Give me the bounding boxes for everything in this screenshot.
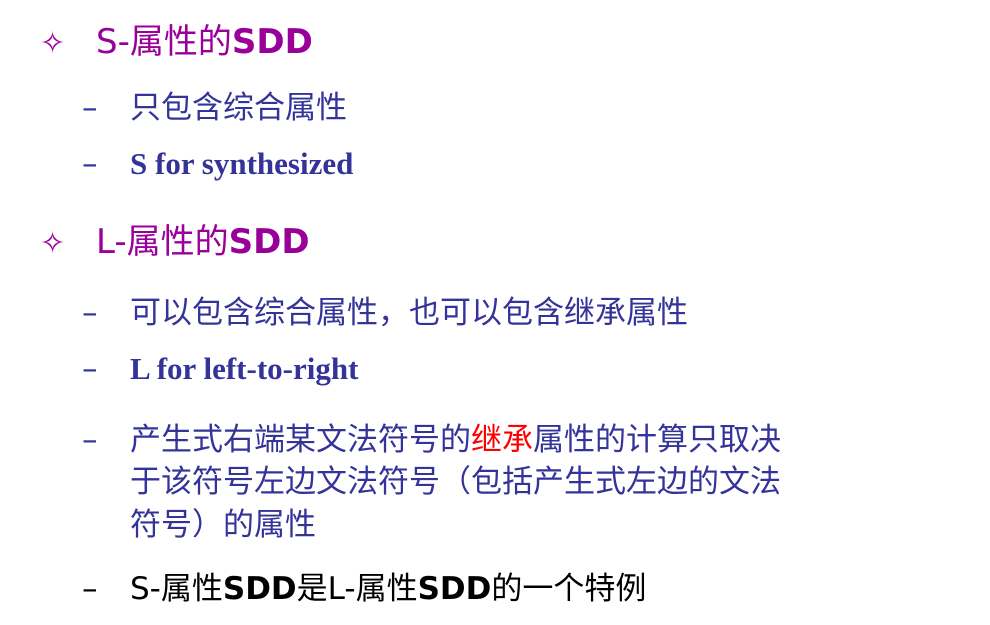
section-heading-l-attributed: ✧ L-属性的SDD bbox=[40, 214, 310, 263]
heading-text: L-属性的 bbox=[96, 222, 229, 262]
section-heading-s-attributed: ✧ S-属性的SDD bbox=[40, 14, 313, 63]
list-item: – 可以包含综合属性，也可以包含继承属性 bbox=[82, 287, 688, 332]
list-item: – S-属性SDD是L-属性SDD的一个特例 bbox=[82, 563, 646, 608]
item-text-line1: 产生式右端某文法符号的 bbox=[130, 422, 471, 458]
dash-bullet-icon: – bbox=[82, 90, 98, 126]
dash-bullet-icon: – bbox=[82, 422, 98, 458]
item-text: 是L-属性 bbox=[296, 571, 418, 607]
item-text-line2: 于该符号左边文法符号（包括产生式左边的文法 bbox=[130, 464, 781, 500]
list-item: – 只包含综合属性 bbox=[82, 82, 347, 127]
dash-bullet-icon: – bbox=[82, 571, 98, 607]
heading-bold-text: SDD bbox=[228, 222, 310, 262]
diamond-star-bullet-icon: ✧ bbox=[40, 26, 66, 61]
item-text-bold: SDD bbox=[222, 571, 297, 607]
item-text-line1-rest: 属性的计算只取决 bbox=[533, 422, 781, 458]
item-text: S-属性 bbox=[130, 571, 223, 607]
list-item: – 产生式右端某文法符号的继承属性的计算只取决 bbox=[82, 414, 781, 459]
list-item: – S for synthesized bbox=[82, 146, 353, 182]
item-text: 只包含综合属性 bbox=[130, 90, 347, 126]
item-text: 的一个特例 bbox=[491, 571, 647, 607]
diamond-star-bullet-icon: ✧ bbox=[40, 226, 66, 261]
list-item: – L for left-to-right bbox=[82, 351, 358, 387]
item-text: 可以包含综合属性，也可以包含继承属性 bbox=[130, 295, 688, 331]
dash-bullet-icon: – bbox=[82, 295, 98, 331]
heading-bold-text: SDD bbox=[231, 22, 313, 62]
item-text: L for left-to-right bbox=[130, 351, 359, 386]
item-text: S for synthesized bbox=[130, 146, 354, 181]
item-text-line3: 符号）的属性 bbox=[130, 507, 316, 543]
item-text-bold: SDD bbox=[417, 571, 492, 607]
dash-bullet-icon: – bbox=[82, 146, 98, 182]
highlight-text: 继承 bbox=[471, 422, 533, 458]
dash-bullet-icon: – bbox=[82, 351, 98, 387]
heading-text: S-属性的 bbox=[96, 22, 232, 62]
